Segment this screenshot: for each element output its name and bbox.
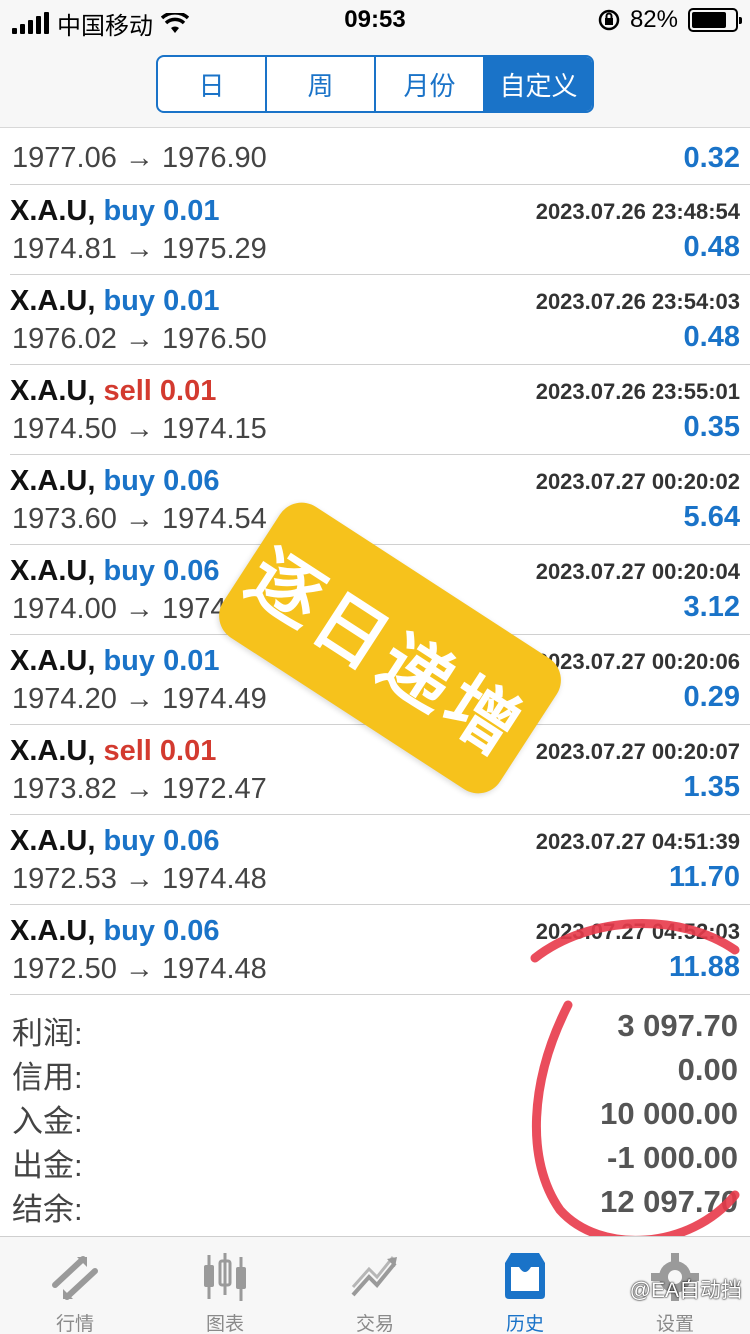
deal-prices: 1974.81 → 1975.29	[12, 233, 267, 265]
segment-month[interactable]: 月份	[376, 57, 485, 111]
deal-symbol: X.A.U,	[10, 375, 96, 407]
deal-symbol: X.A.U,	[10, 285, 96, 317]
status-bar: 中国移动 09:53 82%	[0, 0, 750, 40]
summary-profit-row: 利润: 3 097.70	[0, 1006, 750, 1051]
deal-time: 2023.07.27 00:20:04	[535, 559, 740, 584]
tab-label: 交易	[355, 1314, 394, 1334]
summary-label: 信用:	[12, 1060, 83, 1095]
summary-value: 12 097.70	[600, 1184, 738, 1219]
summary-label: 结余:	[12, 1192, 83, 1227]
segment-day[interactable]: 日	[158, 57, 267, 111]
tab-label: 设置	[655, 1314, 694, 1334]
deal-side-volume: buy 0.06	[103, 465, 220, 497]
tab-trade[interactable]: 交易	[300, 1237, 450, 1334]
account-summary: 利润: 3 097.70 信用: 0.00 入金: 10 000.00 出金: …	[0, 1006, 750, 1227]
deal-profit: 0.48	[683, 231, 740, 263]
deal-row[interactable]: X.A.U, buy 0.06 2023.07.27 00:20:02 1973…	[10, 455, 750, 545]
deal-side-volume: buy 0.01	[103, 195, 220, 227]
summary-credit-row: 信用: 0.00	[0, 1050, 750, 1095]
deal-row[interactable]: X.A.U, buy 0.01 2023.07.26 23:54:03 1976…	[10, 275, 750, 365]
deal-side-volume: buy 0.06	[103, 825, 220, 857]
deal-profit: 0.32	[683, 142, 740, 174]
deal-time: 2023.07.27 04:51:39	[535, 829, 740, 854]
summary-value: 3 097.70	[617, 1008, 738, 1043]
deal-side-volume: buy 0.01	[103, 645, 220, 677]
deal-row[interactable]: X.A.U, buy 0.06 2023.07.27 04:51:39 1972…	[10, 815, 750, 905]
deal-side-volume: buy 0.06	[103, 915, 220, 947]
deal-side-volume: buy 0.06	[103, 555, 220, 587]
deal-row[interactable]: X.A.U, buy 0.06 2023.07.27 04:52:03 1972…	[10, 905, 750, 995]
deal-profit: 5.64	[683, 501, 740, 533]
quotes-icon	[52, 1256, 98, 1300]
summary-balance-row: 结余: 12 097.70	[0, 1182, 750, 1227]
deal-prices: 1973.60 → 1974.54	[12, 503, 267, 535]
deal-symbol: X.A.U,	[10, 825, 96, 857]
tab-label: 图表	[205, 1314, 244, 1334]
battery-icon	[688, 8, 742, 32]
period-filter-bar: 日 周 月份 自定义	[0, 40, 750, 128]
deal-symbol: X.A.U,	[10, 465, 96, 497]
tab-chart[interactable]: 图表	[150, 1237, 300, 1334]
deal-prices: 1972.53 → 1974.48	[12, 863, 267, 895]
period-segmented-control: 日 周 月份 自定义	[156, 55, 594, 113]
deal-profit: 0.48	[683, 321, 740, 353]
deal-side-volume: buy 0.01	[103, 285, 220, 317]
deal-prices: 1974.50 → 1974.15	[12, 413, 267, 445]
deal-symbol: X.A.U,	[10, 915, 96, 947]
chart-icon	[204, 1253, 246, 1301]
status-right: 82%	[598, 6, 742, 34]
deal-prices: 1973.82 → 1972.47	[12, 773, 267, 805]
deal-time: 2023.07.27 00:20:07	[535, 739, 740, 764]
deal-symbol: X.A.U,	[10, 195, 96, 227]
deal-prices: 1977.06 → 1976.90	[12, 142, 267, 174]
tab-label: 行情	[55, 1314, 94, 1334]
deal-row[interactable]: X.A.U, sell 0.01 2023.07.26 23:55:01 197…	[10, 365, 750, 455]
segment-week[interactable]: 周	[267, 57, 376, 111]
deal-profit: 11.88	[669, 951, 740, 983]
deal-symbol: X.A.U,	[10, 645, 96, 677]
segment-custom[interactable]: 自定义	[485, 57, 592, 111]
deal-time: 2023.07.26 23:54:03	[535, 289, 740, 314]
summary-value: 10 000.00	[600, 1096, 738, 1131]
deal-prices: 1974.00 → 1974	[12, 593, 227, 625]
watermark-text: @EA自动挡	[629, 1279, 742, 1302]
deal-time: 2023.07.26 23:48:54	[535, 199, 740, 224]
deal-prices: 1976.02 → 1976.50	[12, 323, 267, 355]
summary-label: 利润:	[12, 1016, 83, 1051]
deal-side-volume: sell 0.01	[103, 375, 217, 407]
tab-history[interactable]: 历史	[450, 1237, 600, 1334]
summary-label: 出金:	[12, 1148, 83, 1183]
history-icon	[505, 1253, 545, 1299]
summary-withdrawal-row: 出金: -1 000.00	[0, 1138, 750, 1183]
deal-profit: 11.70	[669, 861, 740, 893]
deal-time: 2023.07.27 00:20:06	[535, 649, 740, 674]
deal-time: 2023.07.27 00:20:02	[535, 469, 740, 494]
deal-profit: 0.29	[683, 681, 740, 713]
deal-time: 2023.07.27 04:52:03	[535, 919, 740, 944]
deal-profit: 3.12	[683, 591, 740, 623]
summary-value: -1 000.00	[607, 1140, 738, 1175]
deal-row[interactable]: X.A.U, buy 0.01 2023.07.26 23:48:54 1974…	[10, 185, 750, 275]
deal-symbol: X.A.U,	[10, 735, 96, 767]
tab-label: 历史	[505, 1314, 544, 1334]
deal-side-volume: sell 0.01	[103, 735, 217, 767]
trade-icon	[351, 1256, 397, 1297]
tab-quotes[interactable]: 行情	[0, 1237, 150, 1334]
orientation-lock-icon	[598, 9, 620, 31]
deal-symbol: X.A.U,	[10, 555, 96, 587]
battery-percent: 82%	[629, 6, 678, 33]
summary-value: 0.00	[677, 1052, 738, 1087]
deal-prices: 1972.50 → 1974.48	[12, 953, 267, 985]
deal-profit: 0.35	[683, 411, 740, 443]
deal-row[interactable]: X.A.U, sell 0.01 2023.07.27 00:20:07 197…	[10, 725, 750, 815]
deal-profit: 1.35	[683, 771, 740, 803]
deal-prices: 1974.20 → 1974.49	[12, 683, 267, 715]
summary-deposit-row: 入金: 10 000.00	[0, 1094, 750, 1139]
summary-label: 入金:	[12, 1104, 83, 1139]
deal-row[interactable]: 1977.06 → 1976.90 0.32	[10, 128, 750, 185]
deal-time: 2023.07.26 23:55:01	[535, 379, 740, 404]
